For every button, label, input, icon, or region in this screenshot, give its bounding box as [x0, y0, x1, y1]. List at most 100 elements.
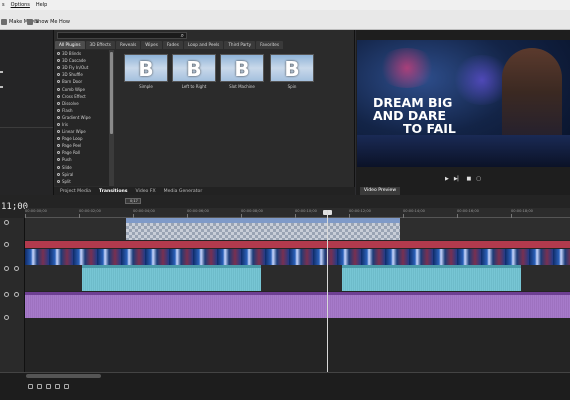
overlay-clip[interactable] [126, 218, 400, 240]
thumbnail-preview: B [220, 54, 264, 82]
list-item-label: Barn Door [62, 79, 83, 85]
tab-category[interactable]: Loop and Peels [183, 41, 224, 49]
menu-item-file-fragment[interactable]: s [2, 2, 5, 8]
transition-type-icon [57, 179, 60, 183]
tab-panel[interactable]: Project Media [60, 189, 91, 194]
list-item[interactable]: Page Loop [55, 135, 113, 142]
cut-icon[interactable] [28, 384, 33, 389]
dock-item-marker[interactable] [0, 86, 3, 88]
zoom-icon[interactable] [64, 384, 69, 389]
track-mute-icon[interactable] [4, 315, 9, 320]
audio-clip[interactable] [82, 265, 261, 291]
transition-type-icon [57, 165, 60, 169]
video-preview-panel: DREAM BIG AND DARE TO FAIL ▶ ▶▏ ■ ▢ Vide… [356, 30, 570, 195]
ruler-tick-label: 00:00:04;00 [133, 209, 155, 218]
list-item[interactable]: Gradient Wipe [55, 114, 113, 121]
video-clip[interactable] [25, 249, 570, 265]
audio-clip[interactable] [342, 265, 521, 291]
search-input[interactable]: ⌕ [57, 32, 187, 39]
snap-icon[interactable] [55, 384, 60, 389]
list-item[interactable]: Spiral [55, 171, 113, 178]
thumbnail-preview: B [172, 54, 216, 82]
transition-thumbnail[interactable]: B Left to Right [172, 54, 216, 92]
tab-panel[interactable]: Media Generator [164, 189, 203, 194]
list-item[interactable]: Split [55, 178, 113, 185]
timeline-panel: 11;00 0;17 00:00:00;00 00:00:02;00 00:00:0… [0, 195, 570, 400]
track-visibility-icon[interactable] [4, 220, 9, 225]
title-clip[interactable] [25, 241, 570, 248]
transition-thumbnail[interactable]: B Spin [270, 54, 314, 92]
track-mute-icon[interactable] [4, 292, 9, 297]
step-forward-icon[interactable]: ▶▏ [454, 176, 462, 182]
trim-icon[interactable] [37, 384, 42, 389]
list-item[interactable]: Push [55, 156, 113, 163]
list-item[interactable]: Dissolve [55, 100, 113, 107]
ruler-tick-label: 00:00:10;00 [295, 209, 317, 218]
track-mute-icon[interactable] [14, 266, 19, 271]
film-icon [1, 19, 7, 25]
list-item[interactable]: Linear Wipe [55, 128, 113, 135]
music-clip[interactable] [25, 292, 570, 318]
menu-item-help[interactable]: Help [36, 2, 47, 8]
tab-video-preview[interactable]: Video Preview [360, 187, 400, 195]
tab-panel[interactable]: Video FX [136, 189, 156, 194]
track-visibility-icon[interactable] [4, 242, 9, 247]
category-tabs: All Plugins 3D Effects Reveals Wipes Fades Lo… [54, 41, 355, 49]
tab-category[interactable]: Favorites [256, 41, 284, 49]
help-icon [27, 19, 33, 25]
tab-category[interactable]: 3D Effects [85, 41, 115, 49]
transitions-panel: ⌕ All Plugins 3D Effects Reveals Wipes Fades… [54, 30, 355, 195]
list-item[interactable]: Iris [55, 121, 113, 128]
scrollbar-thumb[interactable] [110, 52, 113, 134]
ruler-tick-label: 00:00:12;00 [349, 209, 371, 218]
list-item[interactable]: Cross Effect [55, 93, 113, 100]
list-item[interactable]: 3D Cascade [55, 57, 113, 64]
ruler-tick-label: 00:00:06;00 [187, 209, 209, 218]
timeline-bottom-bar [0, 372, 570, 400]
thumbnail-label: Simple [139, 84, 153, 89]
list-item[interactable]: Page Peel [55, 142, 113, 149]
timeline-marker[interactable]: 0;17 [125, 198, 141, 204]
tab-panel[interactable]: Transitions [99, 189, 128, 194]
play-icon[interactable]: ▶ [445, 176, 449, 182]
playhead[interactable] [327, 210, 328, 388]
transition-type-icon [57, 80, 60, 84]
list-item[interactable]: 3D Shuffle [55, 71, 113, 78]
track-visibility-icon[interactable] [4, 266, 9, 271]
list-scrollbar[interactable] [109, 50, 114, 186]
list-item[interactable]: Flash [55, 107, 113, 114]
thumbnail-glyph: B [234, 57, 250, 81]
show-me-how-button[interactable]: Show Me How [27, 19, 70, 25]
list-item[interactable]: 3D Fly In/Out [55, 64, 113, 71]
list-item[interactable]: 3D Blinds [55, 50, 113, 57]
menu-item-options[interactable]: Options [11, 2, 30, 8]
stop-icon[interactable]: ■ [467, 176, 472, 182]
horizontal-scrollbar[interactable] [26, 374, 101, 378]
timeline-ruler[interactable]: 00:00:00;00 00:00:02;00 00:00:04;00 00:00:0… [25, 208, 570, 218]
transition-thumbnail[interactable]: B Slot Machine [220, 54, 264, 92]
track-solo-icon[interactable] [14, 292, 19, 297]
transition-type-icon [57, 158, 60, 162]
list-item-label: Dissolve [62, 100, 79, 106]
split-icon[interactable] [46, 384, 51, 389]
transition-type-icon [57, 66, 60, 70]
tab-category[interactable]: Wipes [141, 41, 162, 49]
transition-type-icon [57, 122, 60, 126]
tab-category[interactable]: Fades [162, 41, 183, 49]
tab-category[interactable]: Reveals [115, 41, 141, 49]
tab-category[interactable]: All Plugins [55, 41, 85, 49]
list-item[interactable]: Barn Door [55, 78, 113, 85]
transition-thumbnail[interactable]: B Simple [124, 54, 168, 92]
transition-type-icon [57, 59, 60, 63]
ruler-tick-label: 00:00:08;00 [241, 209, 263, 218]
loop-icon[interactable]: ▢ [476, 176, 481, 182]
list-item[interactable]: Page Roll [55, 149, 113, 156]
list-item[interactable]: Slide [55, 164, 113, 171]
dock-item-marker[interactable] [0, 71, 3, 73]
list-item-label: Page Peel [62, 143, 82, 149]
marker-label: 0;17 [130, 199, 138, 203]
search-icon[interactable]: ⌕ [181, 33, 184, 39]
tab-category[interactable]: Third Party [224, 41, 256, 49]
list-item[interactable]: Comb Wipe [55, 85, 113, 92]
transition-type-icon [57, 108, 60, 112]
